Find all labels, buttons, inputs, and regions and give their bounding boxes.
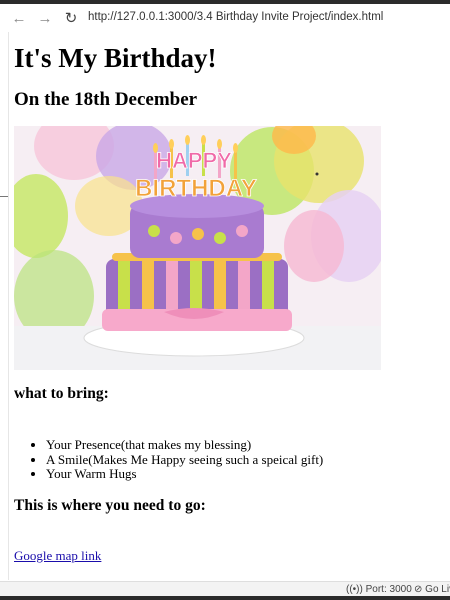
- birthday-cake-image: HAPPY BIRTHDAY: [14, 126, 381, 370]
- cake-text-happy: HAPPY: [156, 148, 232, 173]
- address-bar[interactable]: http://127.0.0.1:3000/3.4 Birthday Invit…: [88, 11, 383, 23]
- reload-icon[interactable]: ↻: [60, 7, 82, 29]
- window-bottom-strip: [0, 596, 450, 600]
- date-heading: On the 18th December: [14, 89, 198, 110]
- port-status[interactable]: ((•)) Port: 3000: [346, 584, 412, 595]
- go-live-icon: ⊘: [414, 584, 423, 595]
- gutter-tick: [0, 196, 8, 197]
- broadcast-icon: ((•)): [346, 584, 363, 595]
- editor-gutter-edge: [0, 32, 9, 580]
- go-live-button[interactable]: ⊘ Go Live: [414, 584, 450, 595]
- browser-toolbar: ← → ↻ http://127.0.0.1:3000/3.4 Birthday…: [0, 4, 450, 32]
- page-content: It's My Birthday! On the 18th December H…: [14, 32, 444, 565]
- cake-text-birthday: BIRTHDAY: [135, 175, 257, 202]
- port-label: Port: 3000: [365, 584, 412, 595]
- list-item: A Smile(Makes Me Happy seeing such a spe…: [46, 452, 444, 468]
- google-map-link[interactable]: Google map link: [14, 548, 101, 564]
- list-item: Your Warm Hugs: [46, 466, 444, 482]
- bring-list: Your Presence(that makes my blessing) A …: [14, 437, 444, 482]
- forward-arrow-icon[interactable]: →: [34, 7, 56, 29]
- status-bar: ((•)) Port: 3000 ⊘ Go Live: [0, 581, 450, 597]
- bring-heading: what to bring:: [14, 385, 109, 402]
- go-live-label: Go Live: [425, 584, 450, 595]
- back-arrow-icon[interactable]: ←: [8, 7, 30, 29]
- location-heading: This is where you need to go:: [14, 496, 206, 514]
- page-title: It's My Birthday!: [14, 43, 217, 73]
- list-item: Your Presence(that makes my blessing): [46, 437, 444, 453]
